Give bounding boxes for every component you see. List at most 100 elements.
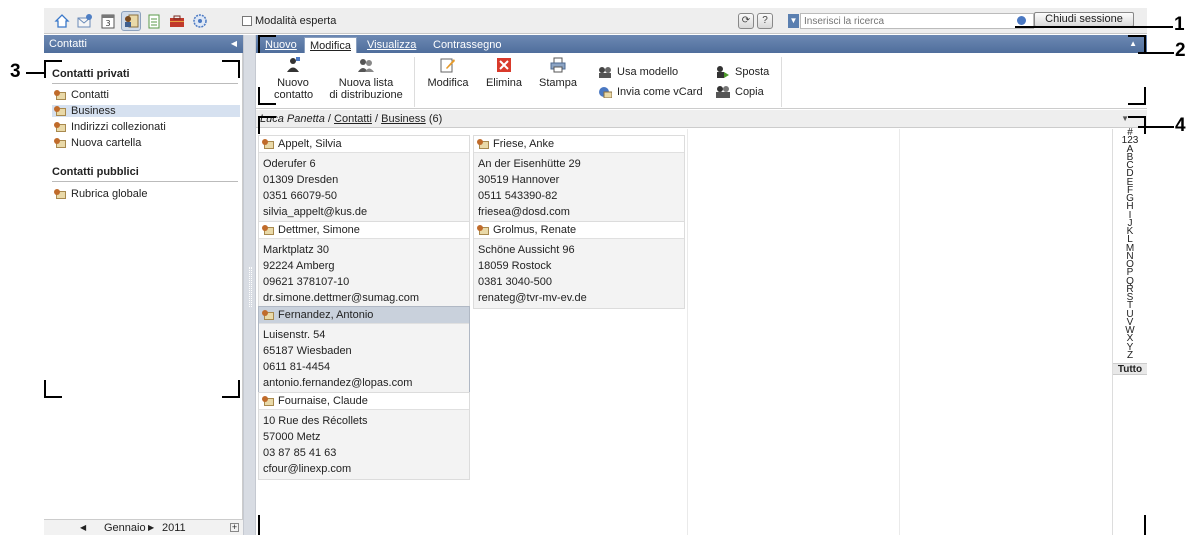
calendar-month: Gennaio	[104, 521, 146, 534]
contact-card[interactable]: Grolmus, Renate Schöne Aussicht 96 18059…	[473, 221, 685, 309]
expert-mode-toggle[interactable]: Modalità esperta	[242, 15, 336, 27]
search-options-dropdown[interactable]: ▼	[788, 14, 799, 28]
help-icon[interactable]: ?	[757, 13, 773, 29]
alphabet-all-button[interactable]: Tutto	[1113, 363, 1147, 375]
edit-button[interactable]: Modifica	[426, 57, 470, 89]
contact-card-header: Dettmer, Simone	[259, 222, 469, 239]
breadcrumb: Luca Panetta / Contatti / Business (6) ▼	[256, 110, 1147, 128]
alphabet-index: #123 A B C D E F G H I J K L M N O P Q R S T U V W X Y Z Tutto	[1112, 127, 1147, 535]
contact-street: Schöne Aussicht 96	[478, 244, 575, 256]
callout-line	[1015, 26, 1173, 28]
contact-card-body: An der Eisenhütte 29 30519 Hannover 0511…	[474, 153, 684, 222]
search-input[interactable]	[800, 13, 1034, 29]
divider	[52, 181, 238, 182]
contact-folder-icon	[54, 106, 66, 116]
contact-email: renateg@tvr-mv-ev.de	[478, 292, 587, 304]
contact-phone: 03 87 85 41 63	[263, 447, 337, 459]
contact-street: An der Eisenhütte 29	[478, 158, 581, 170]
divider	[52, 83, 238, 84]
alphabet-letters: #123 A B C D E F G H I J K L M N O P Q R S T U V W X Y Z	[1113, 127, 1147, 360]
portfolio-icon[interactable]	[167, 11, 187, 31]
tasks-icon[interactable]	[144, 11, 164, 31]
button-label: Elimina	[485, 77, 523, 89]
distribution-list-icon	[358, 57, 374, 73]
contact-card[interactable]: Friese, Anke An der Eisenhütte 29 30519 …	[473, 135, 685, 223]
contact-city: 65187 Wiesbaden	[263, 345, 352, 357]
refresh-icon[interactable]: ⟳	[738, 13, 754, 29]
contact-count: (6)	[428, 113, 443, 125]
contact-email: dr.simone.dettmer@sumag.com	[263, 292, 420, 304]
breadcrumb-subfolder-link[interactable]: Business	[381, 113, 426, 125]
contact-name: Appelt, Silvia	[278, 138, 342, 150]
expand-calendar-icon[interactable]: +	[230, 523, 239, 532]
contact-street: Marktplatz 30	[263, 244, 330, 256]
next-month-icon[interactable]: ▶	[148, 523, 154, 532]
folder-collected-addresses[interactable]: Indirizzi collezionati	[52, 121, 240, 133]
ribbon-divider	[781, 57, 782, 107]
region-marker	[1128, 87, 1146, 105]
search-icon[interactable]	[1017, 16, 1026, 25]
prev-month-icon[interactable]: ◀	[80, 523, 86, 532]
contact-folder-icon	[54, 122, 66, 132]
folder-contatti[interactable]: Contatti	[52, 89, 240, 101]
breadcrumb-folder-link[interactable]: Contatti	[334, 113, 372, 125]
contact-card[interactable]: Fournaise, Claude 10 Rue des Récollets 5…	[258, 392, 470, 480]
settings-icon[interactable]	[190, 11, 210, 31]
left-panel-title: Contatti	[49, 38, 87, 50]
send-vcard-button[interactable]: Invia come vCard	[598, 86, 703, 99]
contact-name: Dettmer, Simone	[278, 224, 360, 236]
print-icon	[550, 57, 566, 73]
tab-modifica[interactable]: Modifica	[304, 37, 357, 53]
folder-new-folder[interactable]: Nuova cartella	[52, 137, 240, 149]
tab-contrassegno[interactable]: Contrassegno	[428, 37, 507, 53]
print-button[interactable]: Stampa	[536, 57, 580, 89]
move-button[interactable]: Sposta	[716, 66, 769, 78]
contact-card[interactable]: Dettmer, Simone Marktplatz 30 92224 Ambe…	[258, 221, 470, 309]
folder-global-address-book[interactable]: Rubrica globale	[52, 188, 240, 200]
calendar-icon[interactable]: 3	[98, 11, 118, 31]
panel-splitter[interactable]	[243, 35, 256, 535]
private-contacts-title: Contatti privati	[52, 68, 130, 80]
contact-card-view: Appelt, Silvia Oderufer 6 01309 Dresden …	[256, 129, 1112, 535]
folder-business[interactable]: Business	[52, 105, 240, 117]
new-distribution-list-button[interactable]: Nuova lista di distribuzione	[328, 57, 404, 101]
contact-icon	[262, 310, 274, 320]
splitter-grip[interactable]	[249, 267, 252, 307]
template-icon	[598, 66, 612, 78]
contact-city: 57000 Metz	[263, 431, 321, 443]
contact-phone: 0511 543390-82	[478, 190, 558, 202]
contact-city: 01309 Dresden	[263, 174, 339, 186]
new-contact-button[interactable]: Nuovo contatto	[274, 57, 313, 101]
region-marker	[1128, 515, 1146, 535]
column-divider	[899, 129, 900, 535]
folder-label: Nuova cartella	[71, 137, 142, 149]
column-divider	[687, 129, 688, 535]
contact-phone: 0381 3040-500	[478, 276, 553, 288]
home-icon[interactable]	[52, 11, 72, 31]
contact-folder-icon	[54, 189, 66, 199]
contact-city: 18059 Rostock	[478, 260, 552, 272]
delete-button[interactable]: Elimina	[482, 57, 526, 89]
use-template-button[interactable]: Usa modello	[598, 66, 678, 78]
callout-number: 1	[1174, 14, 1185, 35]
contacts-icon[interactable]	[121, 11, 141, 31]
alphabet-letter[interactable]: Z	[1113, 350, 1147, 360]
contact-card[interactable]: Appelt, Silvia Oderufer 6 01309 Dresden …	[258, 135, 470, 223]
copy-button[interactable]: Copia	[716, 86, 764, 98]
collapse-panel-icon[interactable]: ◀	[231, 35, 237, 53]
contact-card-selected[interactable]: Fernandez, Antonio Luisenstr. 54 65187 W…	[258, 306, 470, 394]
ribbon-tabbar: Nuovo Modifica Visualizza Contrassegno ▲	[256, 35, 1147, 53]
logout-button[interactable]: Chiudi sessione	[1034, 12, 1134, 27]
button-label: Copia	[735, 86, 764, 98]
mail-icon[interactable]	[75, 11, 95, 31]
contact-icon	[477, 139, 489, 149]
region-marker	[1128, 116, 1146, 134]
left-panel-header: Contatti ◀	[44, 35, 243, 53]
contact-icon	[262, 139, 274, 149]
folder-label: Contatti	[71, 89, 109, 101]
tab-visualizza[interactable]: Visualizza	[362, 37, 421, 53]
expert-mode-checkbox[interactable]	[242, 16, 252, 26]
app-launcher: 3	[52, 11, 210, 31]
contact-email: silvia_appelt@kus.de	[263, 206, 368, 218]
contact-card-header: Grolmus, Renate	[474, 222, 684, 239]
